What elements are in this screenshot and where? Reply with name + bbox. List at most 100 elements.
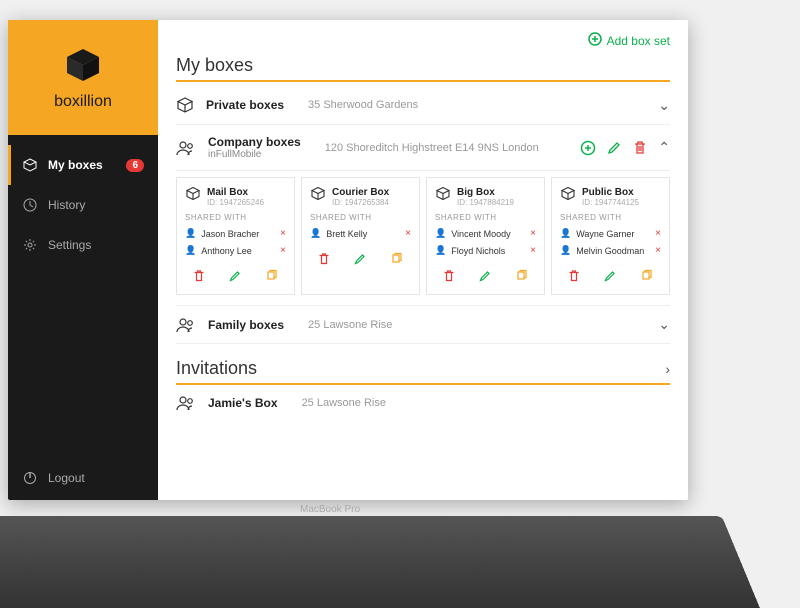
shared-user: 👤Jason Bracher× <box>185 228 286 239</box>
card-title: Public Box <box>582 187 639 198</box>
chevron-down-icon[interactable]: ⌄ <box>658 316 670 333</box>
section-my-boxes-title: My boxes <box>176 55 670 82</box>
nav-settings[interactable]: Settings <box>8 225 158 265</box>
nav: My boxes 6 History Settings <box>8 135 158 456</box>
logo-area: boxillion <box>8 20 158 135</box>
cube-icon <box>185 186 201 207</box>
laptop-label: MacBook Pro <box>300 504 360 515</box>
card-id: ID: 1947265246 <box>207 198 264 207</box>
copy-icon[interactable] <box>512 266 532 286</box>
power-icon <box>22 470 38 486</box>
shared-label: SHARED WITH <box>435 213 536 222</box>
box-card: Public BoxID: 1947744125 SHARED WITH 👤Wa… <box>551 177 670 295</box>
box-card: Courier BoxID: 1947265384 SHARED WITH 👤B… <box>301 177 420 295</box>
nav-label: History <box>48 198 85 212</box>
row-title: Family boxes <box>208 318 284 332</box>
people-icon <box>176 317 196 333</box>
plus-circle-icon <box>588 32 602 49</box>
shared-label: SHARED WITH <box>185 213 286 222</box>
nav-label: Settings <box>48 238 91 252</box>
private-boxes-row[interactable]: Private boxes 35 Sherwood Gardens ⌄ <box>176 86 670 125</box>
person-icon: 👤 <box>435 228 446 239</box>
person-icon: 👤 <box>560 228 571 239</box>
sidebar: boxillion My boxes 6 History Settings Lo… <box>8 20 158 500</box>
nav-history[interactable]: History <box>8 185 158 225</box>
laptop-base <box>0 516 760 608</box>
card-title: Courier Box <box>332 187 389 198</box>
trash-icon[interactable] <box>314 249 334 269</box>
card-title: Big Box <box>457 187 514 198</box>
chevron-right-icon[interactable]: › <box>665 361 670 377</box>
row-sub: inFullMobile <box>208 149 301 160</box>
shared-user: 👤Anthony Lee× <box>185 245 286 256</box>
copy-icon[interactable] <box>262 266 282 286</box>
people-icon <box>176 140 196 156</box>
remove-icon[interactable]: × <box>405 228 411 239</box>
edit-icon[interactable] <box>350 249 370 269</box>
edit-icon[interactable] <box>606 140 622 156</box>
app-window: boxillion My boxes 6 History Settings Lo… <box>8 20 688 500</box>
cube-icon <box>310 186 326 207</box>
shared-user: 👤Wayne Garner× <box>560 228 661 239</box>
row-address: 25 Lawsone Rise <box>308 319 392 331</box>
remove-icon[interactable]: × <box>530 245 536 256</box>
section-invitations-title: Invitations › <box>176 358 670 385</box>
cards-row: Mail BoxID: 1947265246 SHARED WITH 👤Jaso… <box>176 171 670 306</box>
cube-icon <box>435 186 451 207</box>
logout-button[interactable]: Logout <box>8 456 158 500</box>
shared-label: SHARED WITH <box>560 213 661 222</box>
box-card: Big BoxID: 1947884219 SHARED WITH 👤Vince… <box>426 177 545 295</box>
shared-user: 👤Melvin Goodman× <box>560 245 661 256</box>
cube-icon <box>560 186 576 207</box>
cube-icon <box>22 157 38 173</box>
add-icon[interactable] <box>580 140 596 156</box>
copy-icon[interactable] <box>387 249 407 269</box>
person-icon: 👤 <box>435 245 446 256</box>
row-address: 120 Shoreditch Highstreet E14 9NS London <box>325 142 539 154</box>
row-title: Company boxes <box>208 135 301 149</box>
add-box-set-button[interactable]: Add box set <box>588 32 670 49</box>
shared-user: 👤Brett Kelly× <box>310 228 411 239</box>
brand-cube-icon <box>63 45 103 85</box>
person-icon: 👤 <box>560 245 571 256</box>
card-id: ID: 1947265384 <box>332 198 389 207</box>
person-icon: 👤 <box>185 228 196 239</box>
trash-icon[interactable] <box>632 140 648 156</box>
shared-user: 👤Vincent Moody× <box>435 228 536 239</box>
brand-name: boxillion <box>54 93 112 111</box>
family-boxes-row[interactable]: Family boxes 25 Lawsone Rise ⌄ <box>176 306 670 344</box>
trash-icon[interactable] <box>564 266 584 286</box>
copy-icon[interactable] <box>637 266 657 286</box>
invitation-row[interactable]: Jamie's Box 25 Lawsone Rise <box>176 385 670 421</box>
card-title: Mail Box <box>207 187 264 198</box>
chevron-up-icon[interactable]: ⌃ <box>658 139 670 156</box>
trash-icon[interactable] <box>439 266 459 286</box>
top-bar: Add box set <box>176 32 670 49</box>
remove-icon[interactable]: × <box>280 228 286 239</box>
clock-icon <box>22 197 38 213</box>
trash-icon[interactable] <box>189 266 209 286</box>
people-icon <box>176 395 196 411</box>
row-title: Jamie's Box <box>208 396 278 410</box>
remove-icon[interactable]: × <box>655 245 661 256</box>
remove-icon[interactable]: × <box>530 228 536 239</box>
box-card: Mail BoxID: 1947265246 SHARED WITH 👤Jaso… <box>176 177 295 295</box>
cube-icon <box>176 96 194 114</box>
shared-user: 👤Floyd Nichols× <box>435 245 536 256</box>
edit-icon[interactable] <box>600 266 620 286</box>
nav-my-boxes[interactable]: My boxes 6 <box>8 145 158 185</box>
edit-icon[interactable] <box>475 266 495 286</box>
company-boxes-row[interactable]: Company boxes inFullMobile 120 Shoreditc… <box>176 125 670 171</box>
badge: 6 <box>126 159 144 172</box>
gear-icon <box>22 237 38 253</box>
remove-icon[interactable]: × <box>280 245 286 256</box>
logout-label: Logout <box>48 471 85 485</box>
chevron-down-icon[interactable]: ⌄ <box>658 97 670 114</box>
nav-label: My boxes <box>48 158 103 172</box>
row-address: 35 Sherwood Gardens <box>308 99 418 111</box>
remove-icon[interactable]: × <box>655 228 661 239</box>
main-content: Add box set My boxes Private boxes 35 Sh… <box>158 20 688 500</box>
person-icon: 👤 <box>310 228 321 239</box>
edit-icon[interactable] <box>225 266 245 286</box>
add-box-set-label: Add box set <box>607 34 670 48</box>
